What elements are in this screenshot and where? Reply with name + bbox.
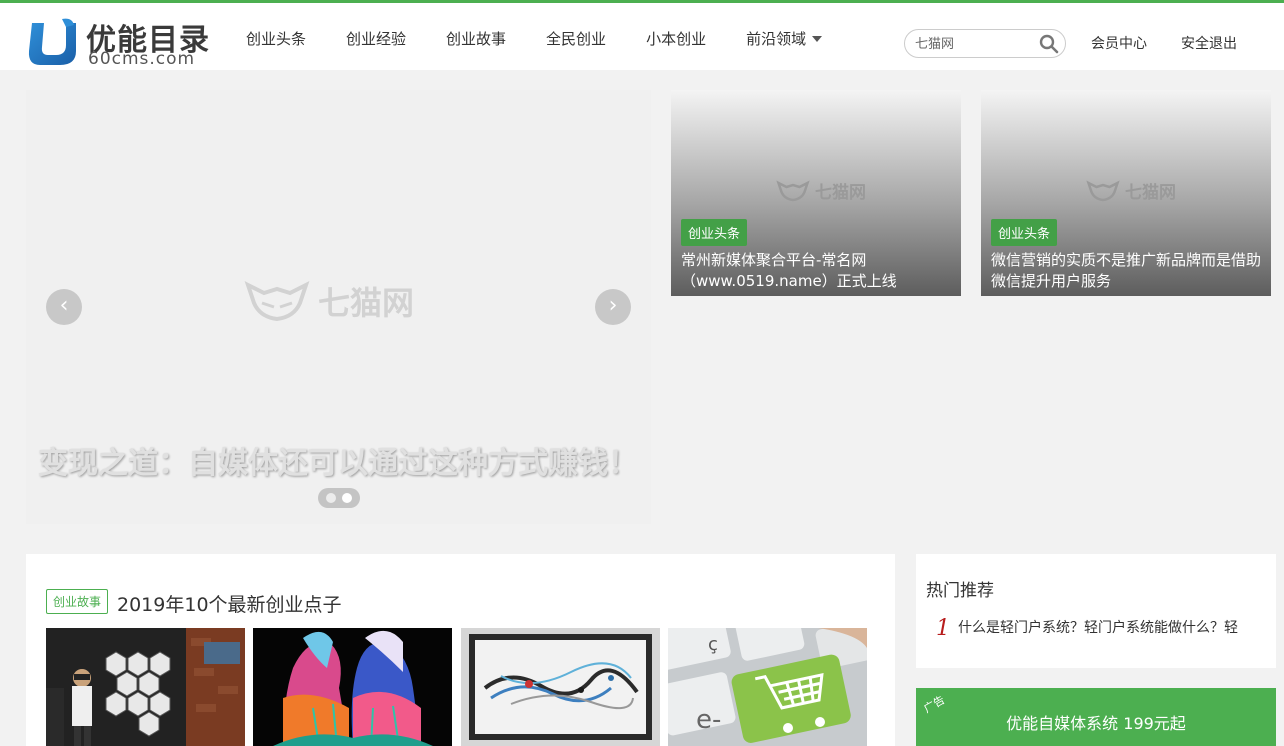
abstract-painting-image	[461, 628, 660, 746]
nav-item-experience[interactable]: 创业经验	[346, 28, 406, 49]
hero-slider: 七猫网 ‹ › 变现之道：自媒体还可以通过这种方式赚钱！	[26, 90, 651, 524]
slider-pagination	[318, 488, 360, 508]
nav-item-frontier-label: 前沿领域	[746, 29, 807, 48]
cat-logo-icon	[1086, 180, 1120, 201]
card-watermark-text: 七猫网	[1125, 183, 1176, 203]
site-logo[interactable]: 优能目录 60cms.com	[26, 13, 216, 69]
ad-banner[interactable]: 广告 优能自媒体系统 199元起	[916, 688, 1276, 746]
card-watermark: 七猫网	[775, 178, 866, 203]
nav-item-headlines[interactable]: 创业头条	[246, 28, 306, 49]
ecommerce-keyboard-image: ç e-	[668, 628, 867, 746]
slider-dot-2[interactable]	[342, 493, 352, 503]
search-box	[904, 29, 1066, 58]
article-thumb-body-paint[interactable]	[253, 628, 452, 746]
ad-text: 优能自媒体系统 199元起	[1006, 714, 1186, 733]
slider-prev-button[interactable]: ‹	[46, 289, 82, 325]
cat-logo-icon	[244, 281, 310, 322]
vr-exhibition-image	[46, 628, 245, 746]
card-title[interactable]: 微信营销的实质不是推广新品牌而是借助微信提升用户服务	[991, 250, 1266, 292]
card-watermark: 七猫网	[1085, 178, 1176, 203]
logo-mark-icon	[28, 18, 76, 65]
nav-item-stories[interactable]: 创业故事	[446, 28, 506, 49]
nav-item-small-business[interactable]: 小本创业	[646, 28, 706, 49]
article-thumb-abstract-painting[interactable]	[461, 628, 660, 746]
nav-item-frontier-dropdown[interactable]: 前沿领域	[746, 28, 823, 49]
search-icon[interactable]	[1039, 34, 1059, 54]
hot-recommend-title: 热门推荐	[926, 581, 994, 601]
category-badge[interactable]: 创业头条	[681, 219, 748, 246]
card-title[interactable]: 常州新媒体聚合平台-常名网（www.0519.name）正式上线	[681, 250, 956, 292]
article-thumb-ecommerce[interactable]: ç e-	[668, 628, 867, 746]
cat-logo-icon	[776, 180, 810, 201]
hot-recommend-panel: 热门推荐 1 什么是轻门户系统？轻门户系统能做什么？轻	[916, 554, 1276, 668]
slider-next-button[interactable]: ›	[595, 289, 631, 325]
slider-caption[interactable]: 变现之道：自媒体还可以通过这种方式赚钱！	[38, 438, 638, 482]
slider-dot-1[interactable]	[326, 493, 336, 503]
header: 优能目录 60cms.com 创业头条 创业经验 创业故事 全民创业 小本创业 …	[0, 0, 1284, 70]
search-input[interactable]	[915, 34, 1035, 54]
slider-watermark-text: 七猫网	[318, 284, 415, 322]
article-title[interactable]: 2019年10个最新创业点子	[117, 590, 342, 617]
hot-item-text: 什么是轻门户系统？轻门户系统能做什么？轻	[958, 620, 1238, 636]
article-thumb-vr-exhibition[interactable]	[46, 628, 245, 746]
feature-card-2[interactable]: 七猫网 创业头条 微信营销的实质不是推广新品牌而是借助微信提升用户服务	[981, 90, 1271, 296]
body-paint-image	[253, 628, 452, 746]
hot-item-rank: 1	[936, 616, 950, 641]
svg-text:ç: ç	[708, 634, 718, 655]
slider-watermark: 七猫网	[244, 278, 414, 324]
nav-item-mass-startup[interactable]: 全民创业	[546, 28, 606, 49]
logo-subtitle: 60cms.com	[88, 49, 196, 69]
card-watermark-text: 七猫网	[815, 183, 866, 203]
category-badge[interactable]: 创业头条	[991, 219, 1058, 246]
member-center-link[interactable]: 会员中心	[1091, 33, 1147, 53]
logout-link[interactable]: 安全退出	[1181, 33, 1237, 53]
article-category-tag[interactable]: 创业故事	[46, 589, 109, 614]
chevron-down-icon	[812, 36, 823, 42]
svg-text:e-: e-	[696, 705, 721, 735]
feature-card-1[interactable]: 七猫网 创业头条 常州新媒体聚合平台-常名网（www.0519.name）正式上…	[671, 90, 961, 296]
hot-item-1[interactable]: 1 什么是轻门户系统？轻门户系统能做什么？轻	[936, 616, 1266, 641]
article-list-panel: 创业故事 2019年10个最新创业点子 ç e-	[26, 554, 895, 746]
main-nav: 创业头条 创业经验 创业故事 全民创业 小本创业 前沿领域	[230, 3, 862, 73]
